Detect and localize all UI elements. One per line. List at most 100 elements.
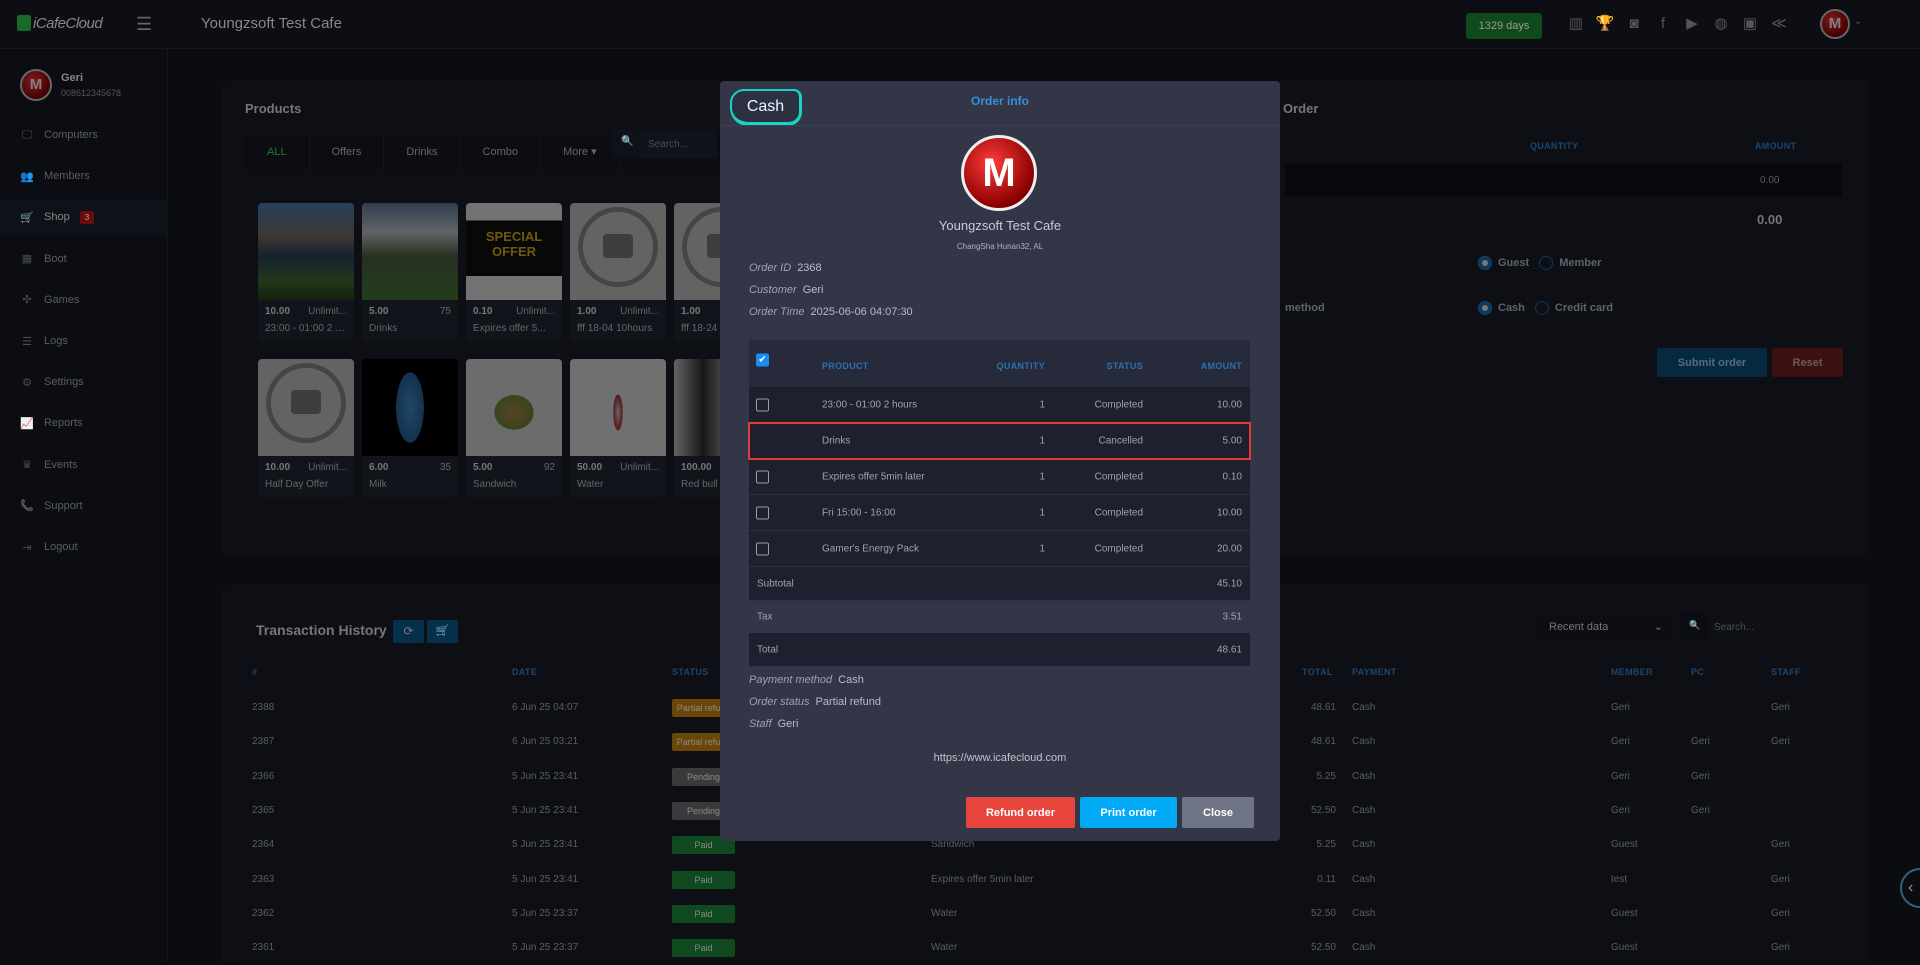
history-col-payment: PAYMENT bbox=[1352, 667, 1397, 677]
product-card[interactable]: SPECIAL OFFER 0.10 Unlimit... Expires offer… bbox=[466, 203, 562, 341]
item-product: Drinks bbox=[822, 435, 851, 446]
product-card[interactable]: 5.00 92 Sandwich bbox=[466, 359, 562, 497]
cash-radio[interactable] bbox=[1478, 301, 1492, 315]
sidebar-item-settings[interactable]: ⚙ Settings bbox=[0, 364, 168, 400]
row-total: 5.25 bbox=[1316, 770, 1336, 782]
history-search[interactable]: 🔍 bbox=[1680, 613, 1816, 641]
product-search-input[interactable] bbox=[642, 130, 717, 158]
row-payment: Cash bbox=[1352, 839, 1376, 851]
leaderboard-icon[interactable]: ▥ bbox=[1566, 14, 1586, 34]
select-all-checkbox[interactable]: ✔ bbox=[756, 353, 769, 367]
sidebar-item-computers[interactable]: 🖵 Computers bbox=[0, 117, 168, 153]
reset-button[interactable]: Reset bbox=[1772, 348, 1843, 377]
collapse-panel-button[interactable]: ‹ bbox=[1900, 868, 1920, 908]
table-row[interactable]: 2361 5 Jun 25 23:37 Paid Water 52.50 Cash Gues… bbox=[240, 931, 1860, 965]
product-name: Sandwich bbox=[473, 479, 517, 490]
tab-all[interactable]: ALL bbox=[245, 135, 310, 170]
print-order-button[interactable]: Print order bbox=[1080, 797, 1177, 828]
product-card[interactable]: 10.00 Unlimit... 23:00 - 01:00 2 h... bbox=[258, 203, 354, 341]
license-days-button[interactable]: 1329 days bbox=[1466, 13, 1542, 39]
product-name: Expires offer 5... bbox=[473, 323, 546, 334]
tab-drinks[interactable]: Drinks bbox=[384, 135, 461, 170]
members-icon: 👥 bbox=[20, 170, 34, 183]
sidebar-item-logout[interactable]: ⇥ Logout bbox=[0, 529, 168, 565]
close-button[interactable]: Close bbox=[1182, 797, 1254, 828]
refund-order-button[interactable]: Refund order bbox=[966, 797, 1075, 828]
youtube-icon[interactable]: ▶ bbox=[1682, 14, 1702, 34]
col-amount: AMOUNT bbox=[1200, 361, 1242, 371]
trophy-icon[interactable]: 🏆 bbox=[1595, 14, 1615, 34]
chevron-down-icon[interactable]: ⌄ bbox=[1854, 16, 1862, 27]
table-header: ✔ PRODUCT QUANTITY STATUS AMOUNT bbox=[749, 340, 1250, 387]
chevron-down-icon: ⌄ bbox=[1653, 621, 1663, 633]
credit-card-radio[interactable] bbox=[1534, 301, 1549, 315]
camera-placeholder-icon bbox=[578, 207, 658, 287]
row-date: 5 Jun 25 23:41 bbox=[512, 804, 579, 816]
table-row[interactable]: 2363 5 Jun 25 23:41 Paid Expires offer 5min… bbox=[240, 863, 1860, 897]
guest-radio[interactable] bbox=[1478, 256, 1492, 270]
item-checkbox[interactable] bbox=[756, 506, 769, 519]
product-card[interactable]: 1.00 Unlimit... fff 18-04 10hours bbox=[570, 203, 666, 341]
row-payment: Cash bbox=[1352, 770, 1376, 782]
item-checkbox[interactable] bbox=[756, 542, 769, 555]
search-icon: 🔍 bbox=[621, 136, 634, 147]
sidebar-item-reports[interactable]: 📈 Reports bbox=[0, 405, 168, 441]
row-payment: Cash bbox=[1352, 736, 1376, 748]
hamburger-menu-icon[interactable]: ☰ bbox=[136, 14, 152, 35]
row-staff: Geri bbox=[1771, 873, 1790, 885]
sidebar-item-games[interactable]: ✣ Games bbox=[0, 282, 168, 318]
support-icon: 📞 bbox=[20, 500, 34, 513]
brand-icon[interactable]: ≪ bbox=[1769, 14, 1789, 34]
row-staff: Geri bbox=[1771, 907, 1790, 919]
item-checkbox[interactable] bbox=[756, 470, 769, 483]
product-name: Drinks bbox=[369, 323, 398, 334]
product-stock: 92 bbox=[543, 462, 555, 473]
product-card[interactable]: 50.00 Unlimit... Water bbox=[570, 359, 666, 497]
product-card[interactable]: 6.00 35 Milk bbox=[362, 359, 458, 497]
staff-label: Staff bbox=[749, 718, 772, 730]
status-badge: Paid bbox=[672, 939, 735, 958]
product-search[interactable]: 🔍 bbox=[612, 130, 717, 158]
row-total: 52.50 bbox=[1310, 907, 1336, 919]
item-quantity: 1 bbox=[1039, 471, 1045, 482]
refresh-button[interactable]: ⟳ bbox=[393, 620, 424, 643]
tab-more[interactable]: More ▾ bbox=[541, 135, 620, 170]
icafecloud-logo[interactable]: iCafeCloud bbox=[17, 15, 103, 32]
product-card[interactable]: 5.00 75 Drinks bbox=[362, 203, 458, 341]
member-radio[interactable] bbox=[1539, 256, 1554, 270]
row-staff: Geri bbox=[1771, 736, 1790, 748]
sidebar: M Geri 008612345678 🖵 Computers 👥 Members 🛒 S… bbox=[0, 49, 168, 963]
discord-icon[interactable]: ◙ bbox=[1624, 14, 1644, 34]
cart-button[interactable]: 🛒 bbox=[427, 620, 458, 643]
item-status: Completed bbox=[1094, 507, 1143, 518]
sidebar-item-events[interactable]: ♛ Events bbox=[0, 447, 168, 483]
row-date: 5 Jun 25 23:41 bbox=[512, 839, 579, 851]
sidebar-item-support[interactable]: 📞 Support bbox=[0, 488, 168, 524]
sidebar-item-boot[interactable]: ▦ Boot bbox=[0, 241, 168, 277]
table-row[interactable]: 2362 5 Jun 25 23:37 Paid Water 52.50 Cash Gues… bbox=[240, 897, 1860, 931]
row-total: 52.50 bbox=[1310, 942, 1336, 954]
icafe-icon[interactable]: ▣ bbox=[1740, 14, 1760, 34]
row-date: 5 Jun 25 23:37 bbox=[512, 907, 579, 919]
sidebar-item-logs[interactable]: ☰ Logs bbox=[0, 323, 168, 359]
tab-combo[interactable]: Combo bbox=[461, 135, 541, 170]
facebook-icon[interactable]: f bbox=[1653, 14, 1673, 34]
order-time-label: Order Time bbox=[749, 306, 805, 318]
history-col-member: MEMBER bbox=[1611, 667, 1653, 677]
sidebar-item-members[interactable]: 👥 Members bbox=[0, 158, 168, 194]
recent-data-select[interactable]: Recent data ⌄ bbox=[1540, 613, 1671, 641]
user-avatar[interactable]: M bbox=[1820, 9, 1850, 39]
item-checkbox[interactable] bbox=[756, 398, 769, 411]
sidebar-item-shop[interactable]: 🛒 Shop 3 bbox=[0, 199, 168, 236]
product-price: 6.00 bbox=[369, 462, 389, 473]
row-total: 48.61 bbox=[1310, 736, 1336, 748]
submit-order-button[interactable]: Submit order bbox=[1657, 348, 1767, 377]
tab-offers[interactable]: Offers bbox=[310, 135, 385, 170]
history-search-input[interactable] bbox=[1708, 613, 1816, 641]
modal-title: Order info bbox=[970, 94, 1029, 108]
globe-icon[interactable]: ◍ bbox=[1711, 14, 1731, 34]
subtotal-row: Subtotal 45.10 bbox=[749, 567, 1250, 601]
product-card[interactable]: 10.00 Unlimit... Half Day Offer bbox=[258, 359, 354, 497]
row-staff: Geri bbox=[1771, 942, 1790, 954]
product-price: 100.00 bbox=[681, 462, 712, 473]
